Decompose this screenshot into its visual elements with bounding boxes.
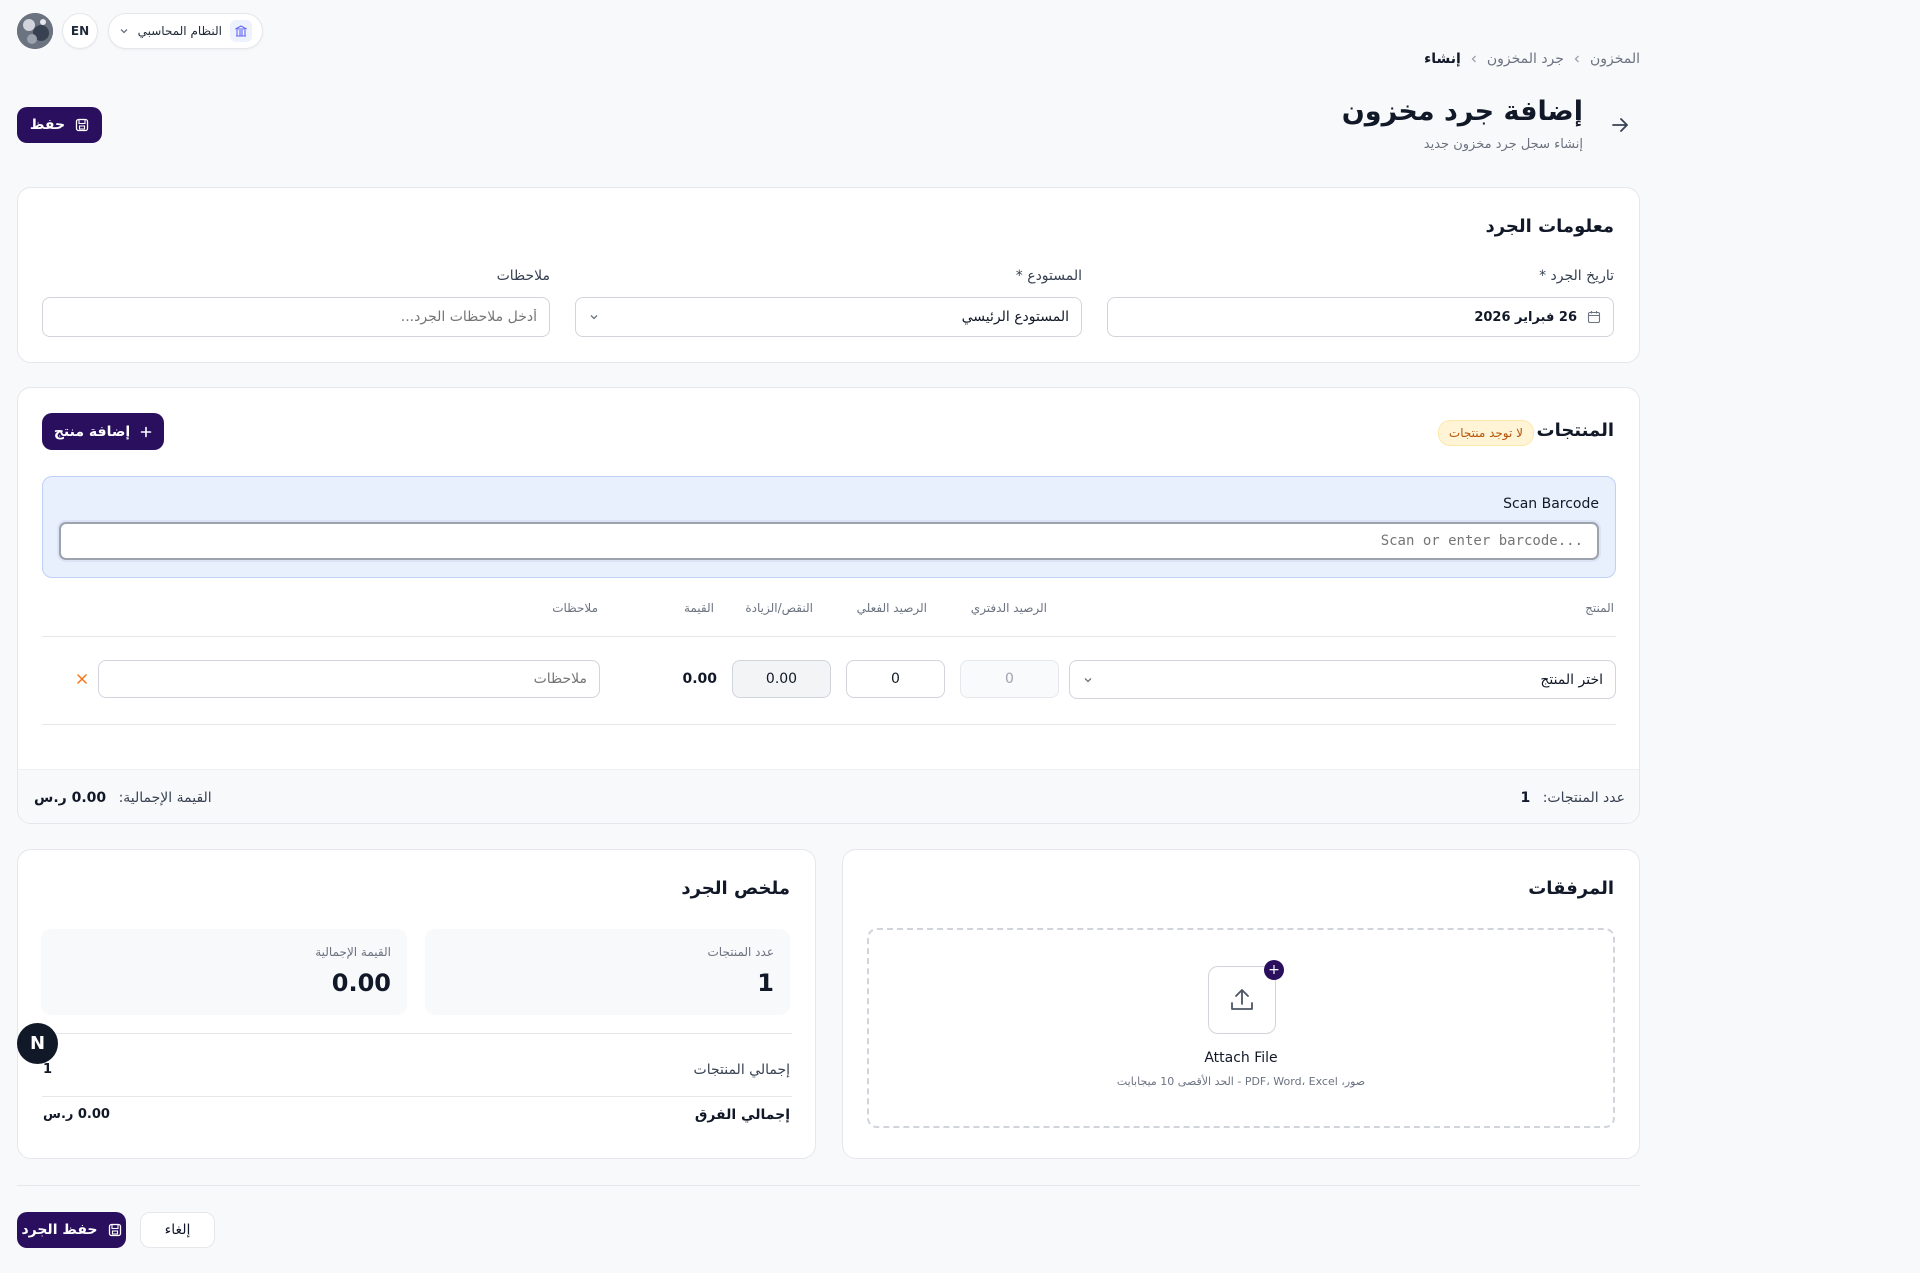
info-section-title: معلومات الجرد bbox=[1485, 216, 1614, 237]
breadcrumb: المخزون جرد المخزون إنشاء bbox=[1424, 51, 1640, 67]
table-row: اختر المنتج 0 0 0.00 0.00 bbox=[18, 637, 1639, 725]
summary-total-value: 0.00 bbox=[331, 969, 391, 997]
products-total-amount: 0.00 ر.س bbox=[34, 789, 107, 806]
system-switcher-label: النظام المحاسبي bbox=[137, 24, 222, 38]
chevron-down-icon bbox=[1082, 674, 1094, 686]
barcode-input[interactable] bbox=[59, 522, 1599, 560]
cancel-button[interactable]: إلغاء bbox=[140, 1212, 215, 1248]
stocktake-summary-card: ملخص الجرد عدد المنتجات 1 القيمة الإجمال… bbox=[17, 849, 816, 1159]
product-select[interactable]: اختر المنتج bbox=[1069, 660, 1616, 699]
status-badge: لا توجد منتجات bbox=[1437, 420, 1534, 446]
plus-icon bbox=[140, 426, 152, 438]
date-field[interactable]: 26 فبراير 2026 bbox=[1107, 297, 1614, 337]
warehouse-label: المستودع * bbox=[1015, 268, 1082, 284]
difference-cell: 0.00 bbox=[732, 660, 831, 698]
user-avatar[interactable] bbox=[17, 13, 53, 49]
products-total-label: القيمة الإجمالية: bbox=[118, 789, 212, 806]
warehouse-select[interactable]: المستودع الرئيسي bbox=[575, 297, 1082, 337]
diff-total-row-label: إجمالي الفرق bbox=[694, 1107, 790, 1123]
add-product-button[interactable]: إضافة منتج bbox=[42, 413, 164, 450]
barcode-scanner-panel: Scan Barcode bbox=[42, 476, 1616, 578]
notes-label: ملاحظات bbox=[496, 268, 550, 284]
product-select-placeholder: اختر المنتج bbox=[1540, 671, 1603, 688]
attachments-section-title: المرفقات bbox=[1528, 878, 1614, 899]
summary-total-stat: القيمة الإجمالية 0.00 bbox=[41, 929, 407, 1015]
save-icon bbox=[108, 1223, 122, 1237]
summary-divider bbox=[42, 1096, 792, 1097]
attach-file-label: Attach File bbox=[1204, 1050, 1278, 1066]
breadcrumb-item-stocktake[interactable]: جرد المخزون bbox=[1487, 51, 1564, 67]
summary-total-label: القيمة الإجمالية bbox=[315, 945, 391, 959]
attach-file-hint: صور، PDF، Word، Excel - الحد الأقصى 10 م… bbox=[1116, 1075, 1366, 1088]
chevron-down-icon bbox=[119, 26, 129, 36]
products-total-row-value: 1 bbox=[43, 1062, 53, 1077]
column-header-notes: ملاحظات bbox=[552, 601, 598, 615]
warehouse-value: المستودع الرئيسي bbox=[961, 309, 1069, 325]
save-stocktake-button[interactable]: حفظ الجرد bbox=[17, 1212, 126, 1248]
back-arrow-icon[interactable] bbox=[1608, 113, 1632, 137]
column-header-book-balance: الرصيد الدفتري bbox=[970, 601, 1047, 615]
products-count: عدد المنتجات: 1 bbox=[1521, 790, 1626, 806]
table-row-divider bbox=[42, 724, 1616, 725]
remove-row-icon[interactable] bbox=[75, 672, 89, 686]
calendar-icon bbox=[1587, 310, 1601, 324]
save-button[interactable]: حفظ bbox=[17, 107, 102, 143]
save-icon bbox=[75, 118, 89, 132]
value-cell: 0.00 bbox=[682, 671, 717, 687]
breadcrumb-item-inventory[interactable]: المخزون bbox=[1590, 51, 1640, 67]
date-label: تاريخ الجرد * bbox=[1539, 268, 1614, 284]
column-header-product: المنتج bbox=[1585, 601, 1614, 615]
summary-divider bbox=[42, 1033, 792, 1034]
page-title: إضافة جرد مخزون bbox=[1341, 96, 1583, 127]
summary-count-value: 1 bbox=[757, 969, 774, 997]
products-count-label: عدد المنتجات: bbox=[1542, 789, 1625, 806]
book-balance-cell: 0 bbox=[960, 660, 1059, 698]
column-header-difference: النقص/الزيادة bbox=[745, 601, 813, 615]
column-header-actual-balance: الرصيد الفعلي bbox=[856, 601, 927, 615]
system-switcher-button[interactable]: النظام المحاسبي bbox=[108, 13, 263, 49]
products-total-row-label: إجمالي المنتجات bbox=[693, 1062, 790, 1078]
footer-divider bbox=[17, 1185, 1640, 1186]
file-upload-dropzone[interactable]: + Attach File صور، PDF، Word، Excel - ال… bbox=[867, 928, 1615, 1128]
row-notes-input[interactable] bbox=[98, 660, 600, 698]
floating-assistant-button[interactable]: N bbox=[17, 1023, 58, 1064]
chevron-left-icon bbox=[1572, 54, 1582, 64]
products-card: المنتجات لا توجد منتجات إضافة منتج Scan … bbox=[17, 387, 1640, 824]
page-subtitle: إنشاء سجل جرد مخزون جديد bbox=[1423, 137, 1583, 152]
date-value: 26 فبراير 2026 bbox=[1474, 309, 1577, 325]
barcode-label: Scan Barcode bbox=[1503, 496, 1599, 512]
actual-balance-input[interactable]: 0 bbox=[846, 660, 945, 698]
summary-count-stat: عدد المنتجات 1 bbox=[425, 929, 790, 1015]
summary-count-label: عدد المنتجات bbox=[707, 945, 775, 959]
notes-input[interactable] bbox=[42, 297, 550, 337]
breadcrumb-item-current: إنشاء bbox=[1424, 51, 1461, 67]
products-section-title: المنتجات bbox=[1536, 420, 1614, 441]
add-product-label: إضافة منتج bbox=[53, 423, 131, 440]
language-toggle-button[interactable]: EN bbox=[62, 13, 98, 49]
products-total-value: القيمة الإجمالية: 0.00 ر.س bbox=[34, 790, 212, 806]
building-icon bbox=[230, 20, 252, 42]
chevron-left-icon bbox=[1469, 54, 1479, 64]
save-stocktake-label: حفظ الجرد bbox=[21, 1222, 98, 1238]
save-button-label: حفظ bbox=[29, 117, 66, 133]
chevron-down-icon bbox=[588, 311, 600, 323]
diff-total-row-value: 0.00 ر.س bbox=[43, 1107, 110, 1122]
add-badge-icon: + bbox=[1264, 960, 1284, 980]
attachments-card: المرفقات + Attach File صور، PDF، Word، E… bbox=[842, 849, 1640, 1159]
summary-section-title: ملخص الجرد bbox=[681, 878, 790, 899]
column-header-value: القيمة bbox=[683, 601, 714, 615]
products-count-value: 1 bbox=[1520, 789, 1531, 806]
stocktake-info-card: معلومات الجرد تاريخ الجرد * 26 فبراير 20… bbox=[17, 187, 1640, 363]
products-footer: عدد المنتجات: 1 القيمة الإجمالية: 0.00 ر… bbox=[18, 769, 1639, 823]
